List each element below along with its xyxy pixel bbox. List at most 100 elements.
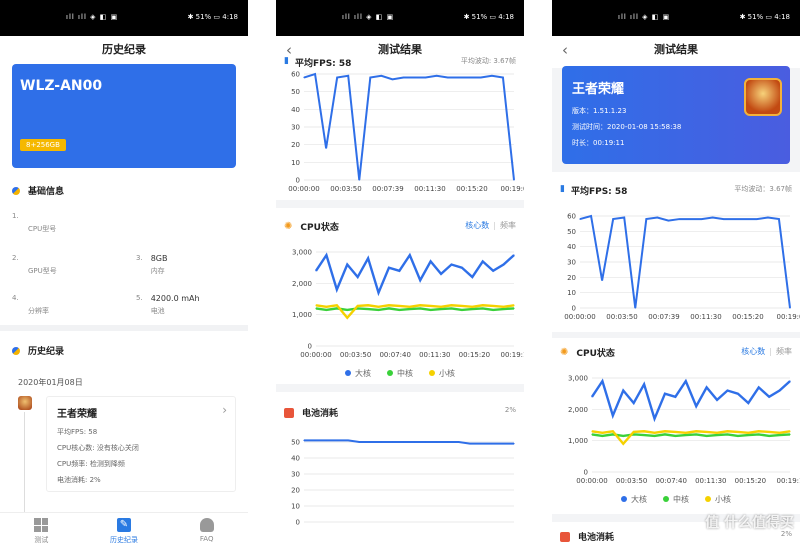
fps-card: ▮ 平均FPS: 58 平均波动：3.67帧 0 10 20 30 40 50 60 00:00… — [552, 172, 800, 332]
device-model: WLZ-AN00 — [20, 78, 103, 94]
spec-label: GPU型号 — [28, 267, 57, 275]
timeline-line — [24, 412, 25, 512]
data-point — [388, 307, 390, 309]
series-line — [591, 429, 791, 446]
data-point — [664, 433, 666, 435]
x-tick-label: 00:11:30 — [414, 185, 445, 193]
spec-item: 2. GPU型号 — [12, 254, 57, 276]
data-point — [325, 309, 328, 311]
data-point — [367, 257, 369, 259]
storage-badge: 8+256GB — [20, 139, 66, 151]
y-tick-label: 30 — [291, 124, 300, 132]
y-tick-label: 30 — [291, 471, 300, 479]
data-point — [745, 218, 747, 220]
data-point — [622, 435, 624, 437]
data-point — [612, 430, 614, 432]
bar-chart-icon: ▮ — [560, 184, 565, 194]
fps-header: ▮ 平均FPS: 58 — [560, 184, 627, 197]
data-point — [633, 402, 635, 404]
legend-mid: 中核 — [387, 368, 413, 379]
data-point — [336, 439, 338, 441]
data-point — [789, 433, 791, 435]
data-point — [645, 218, 647, 220]
cpu-title: CPU状态 — [300, 223, 339, 233]
spec-num: 1. — [12, 212, 19, 220]
data-point — [447, 76, 449, 79]
battery-icon — [284, 407, 294, 418]
data-point — [440, 308, 442, 310]
fps-fluctuation: 平均波动: 3.67帧 — [460, 57, 516, 65]
nav-test[interactable]: 测试 — [0, 513, 83, 550]
data-point — [685, 434, 687, 436]
tab-core-count[interactable]: 核心数 — [741, 347, 765, 356]
data-point — [430, 305, 432, 307]
y-tick-label: 0 — [572, 305, 576, 313]
data-point — [469, 76, 471, 79]
y-tick-label: 30 — [567, 259, 576, 267]
data-point — [633, 431, 635, 433]
device-card[interactable]: WLZ-AN00 8+256GB — [12, 64, 236, 168]
chevron-right-icon: › — [222, 403, 227, 417]
data-point — [336, 76, 338, 79]
x-tick-label: 00:15:20 — [459, 351, 490, 359]
data-point — [591, 433, 593, 435]
person-icon — [199, 518, 214, 532]
y-tick-label: 50 — [567, 228, 576, 236]
data-point — [726, 430, 729, 432]
x-tick-label: 00:07:40 — [655, 477, 686, 485]
x-tick-label: 00:03:50 — [330, 185, 361, 193]
cpu-heading: ✺ CPU状态 — [560, 346, 615, 359]
tab-core-count[interactable]: 核心数 — [465, 221, 489, 230]
y-tick-label: 10 — [567, 289, 576, 297]
data-point — [325, 306, 328, 308]
data-point — [358, 179, 360, 181]
data-point — [409, 306, 411, 308]
data-point — [398, 309, 400, 311]
data-point — [664, 430, 666, 432]
data-point — [747, 434, 749, 436]
cpu-card: ✺ CPU状态 核心数 | 频率 0 1,000 2,000 3,000 00:00:00 00… — [276, 208, 524, 384]
bottom-nav: 测试 ✎ 历史纪录 FAQ — [0, 512, 248, 550]
y-tick-label: 0 — [308, 343, 312, 351]
nav-faq[interactable]: FAQ — [165, 513, 248, 550]
history-record-card[interactable]: 王者荣耀 › 平均FPS: 58 CPU核心数: 没有核心关闭 CPU频率: 检… — [46, 396, 236, 492]
data-point — [450, 304, 453, 306]
grid-icon — [34, 518, 49, 532]
data-point — [502, 306, 505, 308]
spec-num: 5. — [136, 294, 143, 302]
back-icon[interactable]: ‹ — [562, 40, 568, 60]
game-logo-icon — [744, 78, 782, 116]
y-tick-label: 60 — [291, 71, 300, 79]
battery-heading: 电池消耗 — [560, 530, 614, 543]
x-tick-label: 00:11:30 — [690, 313, 721, 321]
data-point — [789, 380, 791, 382]
y-tick-label: 0 — [296, 519, 300, 527]
data-point — [357, 305, 359, 307]
cpu-tabs: 核心数 | 频率 — [465, 221, 516, 230]
tab-frequency[interactable]: 频率 — [500, 221, 516, 230]
phone-result-scrolled: ıll ıll ◈ ◧ ▣ ✱ 51% ▭ 4:18 ‹ 测试结果 ▮ 平均FPS:… — [276, 0, 524, 550]
history-title: 历史纪录 — [28, 347, 65, 357]
data-point — [336, 289, 338, 291]
data-point — [756, 218, 758, 220]
data-point — [622, 443, 624, 445]
data-point — [737, 435, 739, 437]
tab-frequency[interactable]: 频率 — [776, 347, 792, 356]
data-point — [447, 441, 449, 443]
cpu-heading: ✺ CPU状态 — [284, 220, 339, 233]
x-tick-label: 00:11:30 — [419, 351, 450, 359]
nav-history[interactable]: ✎ 历史纪录 — [83, 513, 166, 550]
data-point — [612, 415, 614, 417]
section-dot-icon — [12, 186, 20, 195]
data-point — [623, 216, 625, 219]
status-bar: ıll ıll ◈ ◧ ▣ ✱ 51% ▭ 4:18 — [552, 0, 800, 36]
record-line: CPU核心数: 没有核心关闭 — [57, 444, 139, 452]
data-point — [716, 432, 718, 434]
data-point — [695, 430, 697, 432]
data-point — [325, 439, 327, 441]
data-point — [695, 433, 697, 435]
data-point — [653, 432, 656, 434]
data-point — [367, 304, 369, 306]
status-bar: ıll ıll ◈ ◧ ▣ ✱ 51% ▭ 4:18 — [276, 0, 524, 36]
y-tick-label: 40 — [291, 106, 300, 114]
